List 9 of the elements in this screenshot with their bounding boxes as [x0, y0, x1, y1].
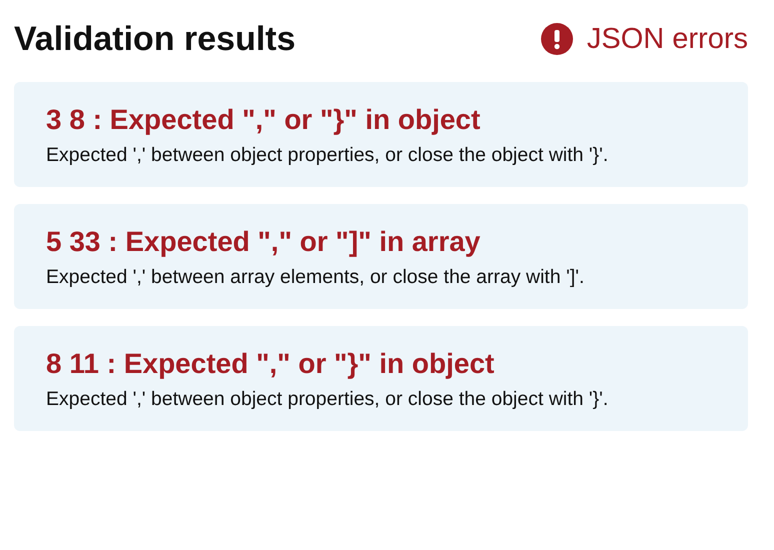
error-icon: [540, 23, 573, 55]
status-label: JSON errors: [586, 22, 748, 56]
error-title: 8 11 : Expected "," or "}" in object: [46, 348, 496, 380]
error-message: Expected ',' between object properties, or close the object with '}'.: [46, 388, 610, 411]
error-message: Expected ',' between object properties, or close the object with '}'.: [46, 144, 610, 167]
error-title: 5 33 : Expected "," or "]" in array: [46, 226, 482, 258]
page-title: Validation results: [14, 20, 296, 58]
error-message: Expected ',' between array elements, or close the array with ']'.: [46, 266, 586, 289]
error-title: 3 8 : Expected "," or "}" in object: [46, 104, 482, 136]
